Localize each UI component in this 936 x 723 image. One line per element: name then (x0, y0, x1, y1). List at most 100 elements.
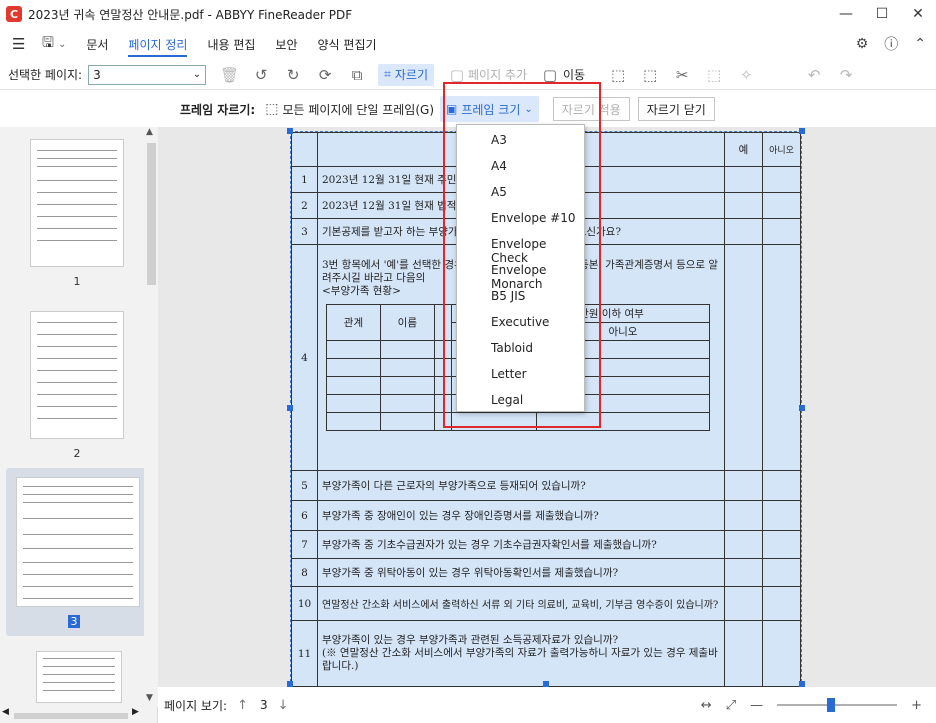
row-number: 2 (291, 192, 318, 219)
row-number: 11 (291, 620, 318, 687)
help-icon[interactable]: ⓘ (884, 34, 898, 54)
thumbnail-scrollbar[interactable]: ▲ ▼ (144, 127, 158, 707)
crop-handle[interactable] (799, 405, 805, 411)
delete-icon[interactable]: 🗑 (220, 66, 239, 84)
option-a4[interactable]: A4 (491, 159, 507, 173)
scroll-up-icon[interactable]: ▲ (146, 127, 153, 137)
hamburger-menu-icon[interactable]: ☰ (12, 35, 28, 53)
page-thumbnail-4[interactable] (36, 651, 122, 703)
rotate-right-icon[interactable]: ↻ (284, 66, 302, 84)
frame-size-button[interactable]: ▣ 프레임 크기 ⌄ (440, 96, 539, 122)
settings-gear-icon[interactable]: ⚙ (856, 36, 869, 52)
page-thumbnail-2[interactable] (30, 311, 124, 439)
crop-button[interactable]: ⌗ 자르기 (378, 63, 434, 86)
close-crop-button[interactable]: 자르기 닫기 (637, 97, 715, 121)
chevron-down-icon[interactable]: ⌄ (58, 39, 66, 50)
chevron-down-icon: ⌄ (192, 69, 202, 80)
scroll-down-icon[interactable]: ▼ (146, 693, 153, 703)
copy-page-icon[interactable]: ⧉ (348, 66, 366, 84)
selected-pages-value: 3 (93, 67, 101, 82)
close-button[interactable]: ✕ (900, 0, 936, 28)
auto-rotate-icon[interactable]: ⟳ (316, 66, 334, 84)
single-frame-option[interactable]: 모든 페이지에 단일 프레임(G) (282, 101, 434, 118)
row-text: 부양가족이 다른 근로자의 부양가족으로 등재되어 있습니까? (317, 470, 725, 501)
tab-edit-content[interactable]: 내용 편집 (207, 28, 255, 60)
frame-size-icon: ▣ (446, 102, 458, 116)
chevron-down-icon: ⌄ (524, 103, 533, 115)
crop-handle[interactable] (287, 128, 293, 134)
single-frame-icon[interactable]: ⬚ (265, 101, 278, 117)
option-tabloid[interactable]: Tabloid (491, 341, 533, 355)
window-title: 2023년 귀속 연말정산 안내문.pdf - ABBYY FineReader… (28, 7, 353, 22)
crop-handle[interactable] (799, 128, 805, 134)
row-text: 부양가족 중 장애인이 있는 경우 장애인증명서를 제출했습니까? (317, 500, 725, 531)
split-icon[interactable]: ⬚ (609, 66, 627, 84)
move-label[interactable]: 이동 (563, 66, 585, 83)
crop-label: 자르기 (394, 68, 428, 82)
option-legal[interactable]: Legal (491, 393, 523, 407)
apply-crop-button[interactable]: 자르기 적용 (552, 97, 630, 121)
undo-icon[interactable]: ↶ (805, 66, 823, 84)
menu-bar: ☰ 🖫 ⌄ 문서 페이지 정리 내용 편집 보안 양식 편집기 ⚙ ⓘ ⌃ (0, 28, 936, 60)
row-text: 부양가족 중 위탁아동이 있는 경우 위탁아동확인서를 제출했습니까? (317, 558, 725, 587)
thumbnail-horizontal-scrollbar[interactable]: ◀ ▶ (0, 707, 158, 723)
rotate-left-icon[interactable]: ↺ (252, 66, 270, 84)
tab-organize-pages[interactable]: 페이지 정리 (128, 28, 188, 60)
add-page-icon[interactable]: ▢ (448, 66, 466, 84)
add-page-label[interactable]: 페이지 추가 (468, 66, 527, 83)
frame-size-label: 프레임 크기 (461, 102, 521, 117)
option-b5-jis[interactable]: B5 JIS (491, 289, 525, 303)
zoom-slider[interactable] (777, 698, 898, 712)
zoom-in-icon[interactable]: + (911, 698, 922, 713)
page-thumbnail-3[interactable] (16, 477, 140, 607)
option-a3[interactable]: A3 (491, 133, 507, 147)
crop-icon: ⌗ (384, 67, 391, 81)
fit-page-icon[interactable]: ⤢ (726, 698, 736, 713)
extract-icon[interactable]: ⬚ (641, 66, 659, 84)
frame-crop-bar: 프레임 자르기: ⬚ 모든 페이지에 단일 프레임(G) ▣ 프레임 크기 ⌄ … (0, 91, 936, 127)
scroll-left-icon[interactable]: ◀ (2, 707, 9, 717)
redo-icon[interactable]: ↷ (837, 66, 855, 84)
crop-handle[interactable] (287, 405, 293, 411)
tab-security[interactable]: 보안 (275, 28, 297, 60)
cut-icon[interactable]: ✂ (673, 66, 691, 84)
option-envelope-check[interactable]: Envelope Check (491, 237, 584, 265)
option-a5[interactable]: A5 (491, 185, 507, 199)
scrollbar-thumb[interactable] (147, 143, 156, 285)
row-number: 7 (291, 530, 318, 559)
horizontal-scrollbar-thumb[interactable] (14, 713, 128, 719)
row-number: 10 (291, 586, 318, 621)
row-number: 3 (291, 218, 318, 245)
zoom-slider-knob[interactable] (827, 698, 836, 712)
save-icon[interactable]: 🖫 (42, 32, 54, 56)
tab-form-editor[interactable]: 양식 편집기 (318, 28, 377, 60)
previous-page-icon[interactable]: ↑ (237, 698, 248, 713)
header-no: 아니오 (762, 132, 801, 167)
row-text: 부양가족이 있는 경우 부양가족과 관련된 소득공제자료가 있습니까? (※ 연… (317, 620, 725, 687)
option-executive[interactable]: Executive (491, 315, 549, 329)
frame-crop-label: 프레임 자르기: (180, 102, 256, 117)
collapse-ribbon-icon[interactable]: ⌃ (914, 36, 926, 52)
row-text: 연말정산 간소화 서비스에서 출력하신 서류 외 기타 의료비, 교육비, 기부… (317, 586, 725, 621)
scroll-right-icon[interactable]: ▶ (132, 707, 139, 717)
col-name: 이름 (379, 304, 435, 341)
tab-document[interactable]: 문서 (86, 28, 108, 60)
fit-width-icon[interactable]: ↔ (701, 698, 712, 713)
selected-pages-input[interactable]: 3 ⌄ (88, 64, 207, 85)
page-view-label: 페이지 보기: (164, 698, 228, 713)
option-letter[interactable]: Letter (491, 367, 527, 381)
zoom-out-icon[interactable]: — (750, 698, 763, 713)
next-page-icon[interactable]: ↓ (278, 698, 289, 713)
page-number-2: 2 (73, 447, 81, 460)
status-bar: 페이지 보기: ↑ 3 ↓ ↔ ⤢ — + (158, 687, 936, 723)
thumbnail-panel: 1 2 3 ▲ ▼ ◀ ▶ (0, 127, 158, 723)
minimize-button[interactable]: — (828, 0, 864, 28)
option-envelope-10[interactable]: Envelope #10 (491, 211, 576, 225)
enhance-icon[interactable]: ✧ (737, 66, 755, 84)
maximize-button[interactable]: ☐ (864, 0, 900, 28)
current-page-number[interactable]: 3 (260, 698, 268, 712)
replace-page-icon[interactable]: ⬚ (705, 66, 723, 84)
page-thumbnail-1[interactable] (30, 139, 124, 267)
move-page-icon[interactable]: ▢ (541, 66, 559, 84)
option-envelope-monarch[interactable]: Envelope Monarch (491, 263, 584, 291)
